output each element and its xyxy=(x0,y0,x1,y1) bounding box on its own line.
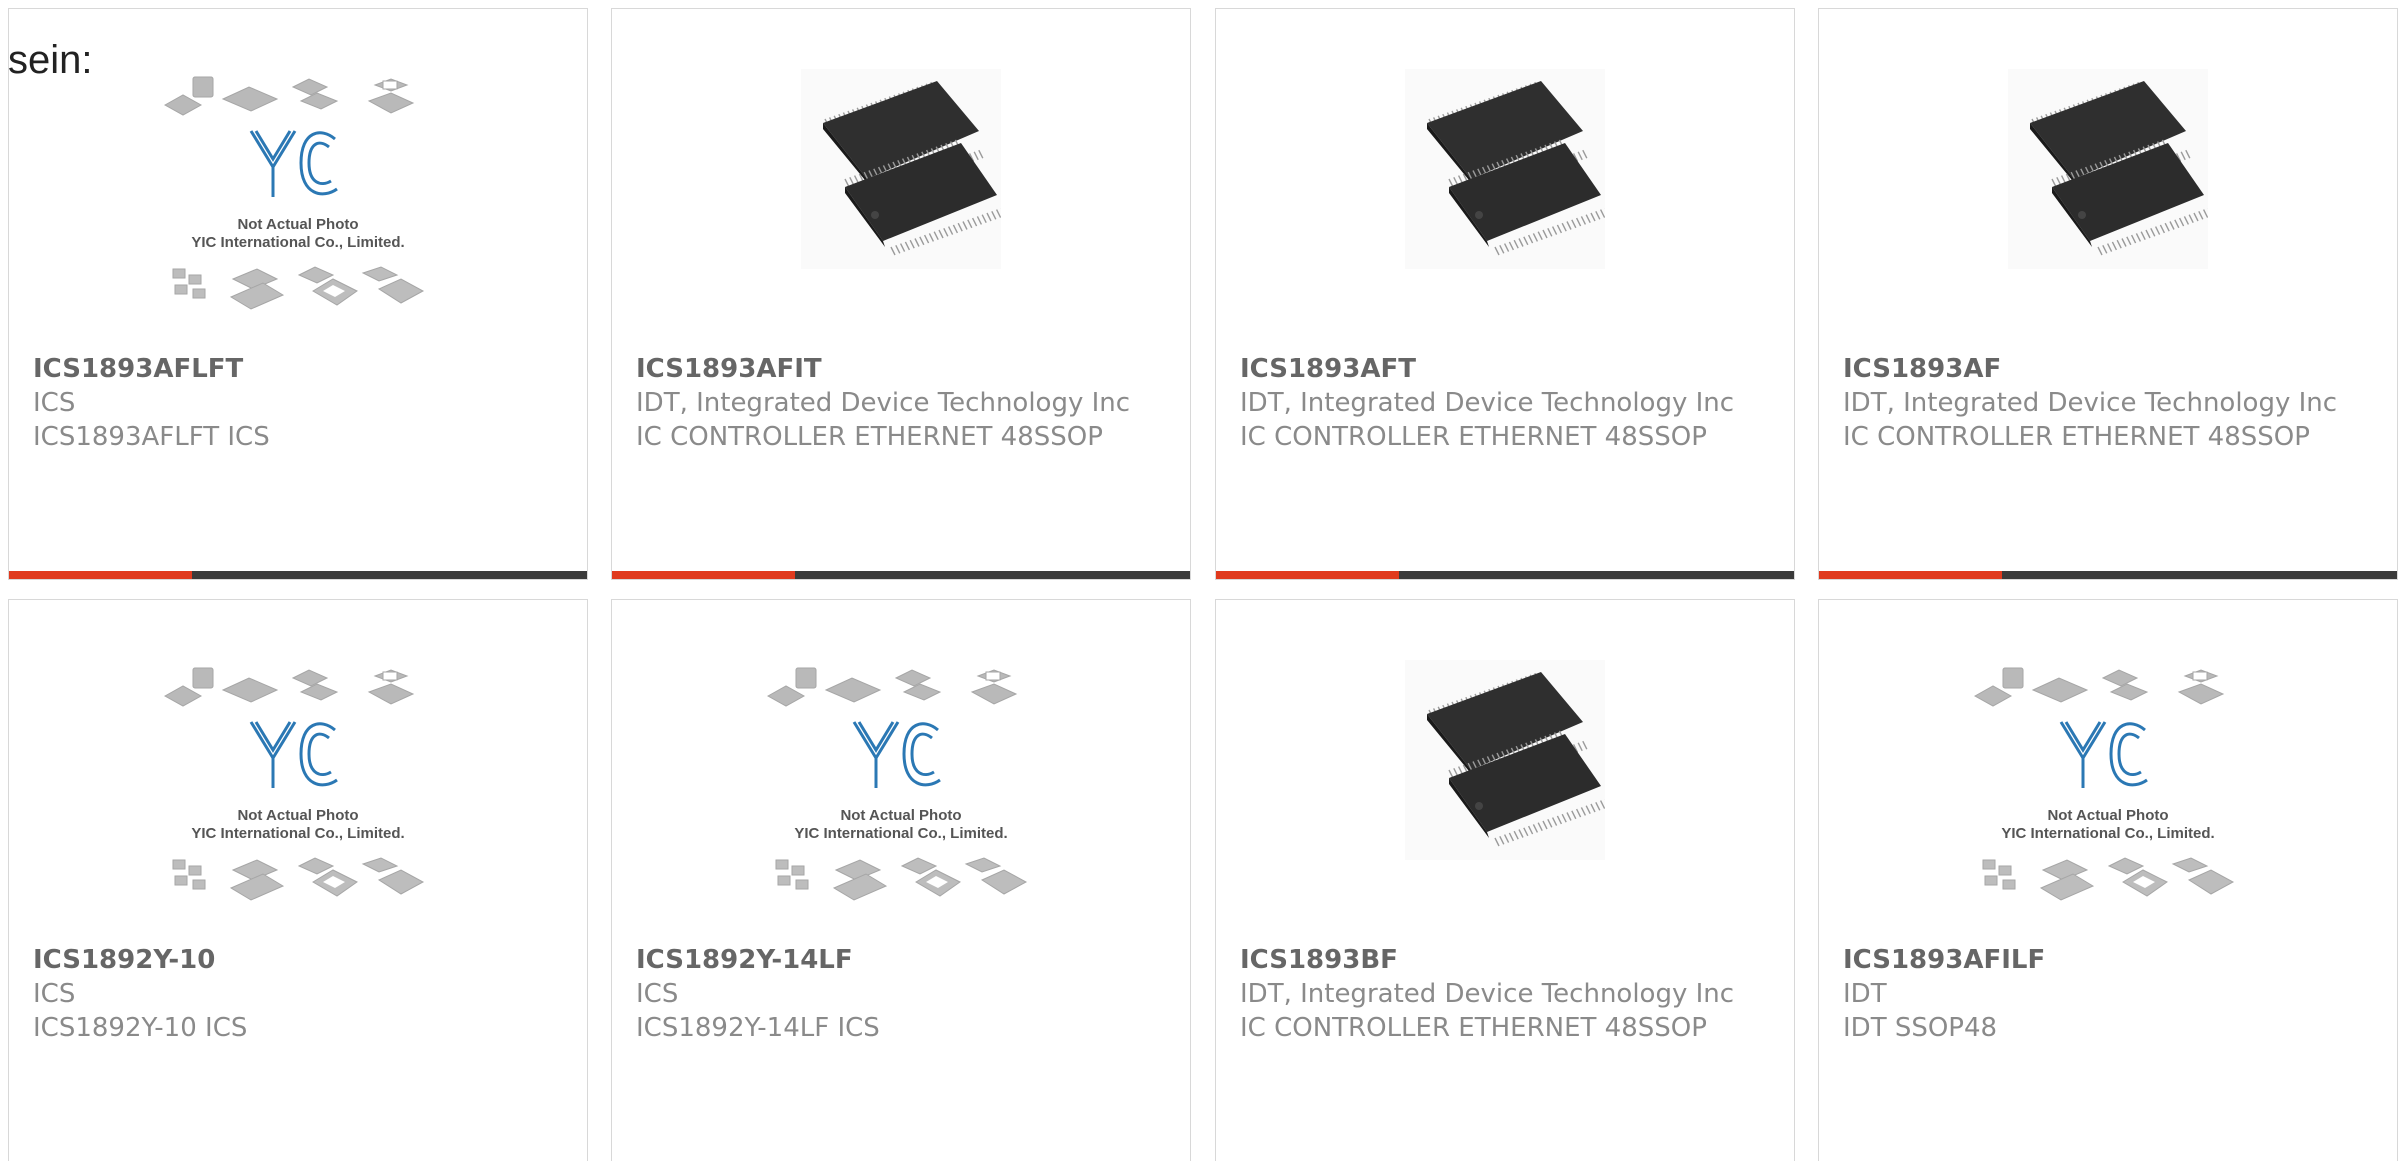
yic-placeholder-icon: Not Actual Photo YIC International Co., … xyxy=(163,76,425,310)
ssop-chip-icon xyxy=(1405,660,1605,860)
product-description: IC CONTROLLER ETHERNET 48SSOP xyxy=(1843,422,2310,452)
part-number[interactable]: ICS1893AFIT xyxy=(636,352,1170,386)
product-card[interactable]: Not Actual Photo YIC International Co., … xyxy=(611,599,1191,1161)
product-card[interactable]: ICS1893AFIT IDT, Integrated Device Techn… xyxy=(611,8,1191,580)
manufacturer: ICS xyxy=(33,388,76,418)
manufacturer: IDT, Integrated Device Technology Inc xyxy=(636,388,1131,418)
product-image[interactable] xyxy=(1216,660,1794,940)
product-card[interactable]: ICS1893BF IDT, Integrated Device Technol… xyxy=(1215,599,1795,1161)
product-image[interactable] xyxy=(1216,69,1794,349)
card-accent-strip xyxy=(1216,571,1399,579)
svg-text:Not Actual Photo: Not Actual Photo xyxy=(237,216,358,233)
card-bottom-bar xyxy=(612,571,1190,579)
svg-text:YIC International Co., Limited: YIC International Co., Limited. xyxy=(191,234,404,251)
card-accent-strip xyxy=(1819,571,2002,579)
svg-text:YIC International Co., Limited: YIC International Co., Limited. xyxy=(794,825,1007,842)
card-bottom-bar xyxy=(1216,571,1794,579)
part-number[interactable]: ICS1893AFLFT xyxy=(33,352,567,386)
ssop-chip-icon xyxy=(2008,69,2208,269)
part-number[interactable]: ICS1893AFILF xyxy=(1843,943,2377,977)
ssop-chip-icon xyxy=(1405,69,1605,269)
manufacturer: ICS xyxy=(636,979,679,1009)
product-description: ICS1893AFLFT ICS xyxy=(33,422,270,452)
card-accent-strip xyxy=(612,571,795,579)
product-description: IDT SSOP48 xyxy=(1843,1013,1998,1043)
product-grid-page: sein: Not Actual Photo YIC International… xyxy=(0,0,2400,1161)
part-number[interactable]: ICS1893AFT xyxy=(1240,352,1774,386)
svg-text:YIC International Co., Limited: YIC International Co., Limited. xyxy=(191,825,404,842)
yic-placeholder-icon: Not Actual Photo YIC International Co., … xyxy=(1973,667,2235,901)
manufacturer: IDT, Integrated Device Technology Inc xyxy=(1240,388,1735,418)
manufacturer: ICS xyxy=(33,979,76,1009)
product-card[interactable]: ICS1893AFT IDT, Integrated Device Techno… xyxy=(1215,8,1795,580)
product-description: IC CONTROLLER ETHERNET 48SSOP xyxy=(1240,1013,1707,1043)
product-card[interactable]: ICS1893AF IDT, Integrated Device Technol… xyxy=(1818,8,2398,580)
yic-placeholder-icon: Not Actual Photo YIC International Co., … xyxy=(766,667,1028,901)
manufacturer: IDT, Integrated Device Technology Inc xyxy=(1240,979,1735,1009)
part-number[interactable]: ICS1892Y-14LF xyxy=(636,943,1170,977)
product-description: ICS1892Y-10 ICS xyxy=(33,1013,248,1043)
product-image[interactable]: Not Actual Photo YIC International Co., … xyxy=(612,660,1190,940)
product-card[interactable]: Not Actual Photo YIC International Co., … xyxy=(1818,599,2398,1161)
part-number[interactable]: ICS1893BF xyxy=(1240,943,1774,977)
product-image[interactable] xyxy=(1819,69,2397,349)
product-card[interactable]: Not Actual Photo YIC International Co., … xyxy=(8,599,588,1161)
part-number[interactable]: ICS1892Y-10 xyxy=(33,943,567,977)
product-image[interactable]: Not Actual Photo YIC International Co., … xyxy=(9,69,587,349)
product-card[interactable]: Not Actual Photo YIC International Co., … xyxy=(8,8,588,580)
svg-text:Not Actual Photo: Not Actual Photo xyxy=(840,807,961,824)
ssop-chip-icon xyxy=(801,69,1001,269)
yic-placeholder-icon: Not Actual Photo YIC International Co., … xyxy=(163,667,425,901)
manufacturer: IDT xyxy=(1843,979,1887,1009)
manufacturer: IDT, Integrated Device Technology Inc xyxy=(1843,388,2338,418)
svg-text:Not Actual Photo: Not Actual Photo xyxy=(237,807,358,824)
part-number[interactable]: ICS1893AF xyxy=(1843,352,2377,386)
product-description: IC CONTROLLER ETHERNET 48SSOP xyxy=(1240,422,1707,452)
intro-text: sein: xyxy=(8,38,93,82)
product-image[interactable]: Not Actual Photo YIC International Co., … xyxy=(1819,660,2397,940)
svg-text:YIC International Co., Limited: YIC International Co., Limited. xyxy=(2001,825,2214,842)
product-image[interactable]: Not Actual Photo YIC International Co., … xyxy=(9,660,587,940)
product-description: IC CONTROLLER ETHERNET 48SSOP xyxy=(636,422,1103,452)
svg-text:Not Actual Photo: Not Actual Photo xyxy=(2047,807,2168,824)
card-accent-strip xyxy=(9,571,192,579)
product-description: ICS1892Y-14LF ICS xyxy=(636,1013,880,1043)
card-bottom-bar xyxy=(1819,571,2397,579)
product-image[interactable] xyxy=(612,69,1190,349)
card-bottom-bar xyxy=(9,571,587,579)
